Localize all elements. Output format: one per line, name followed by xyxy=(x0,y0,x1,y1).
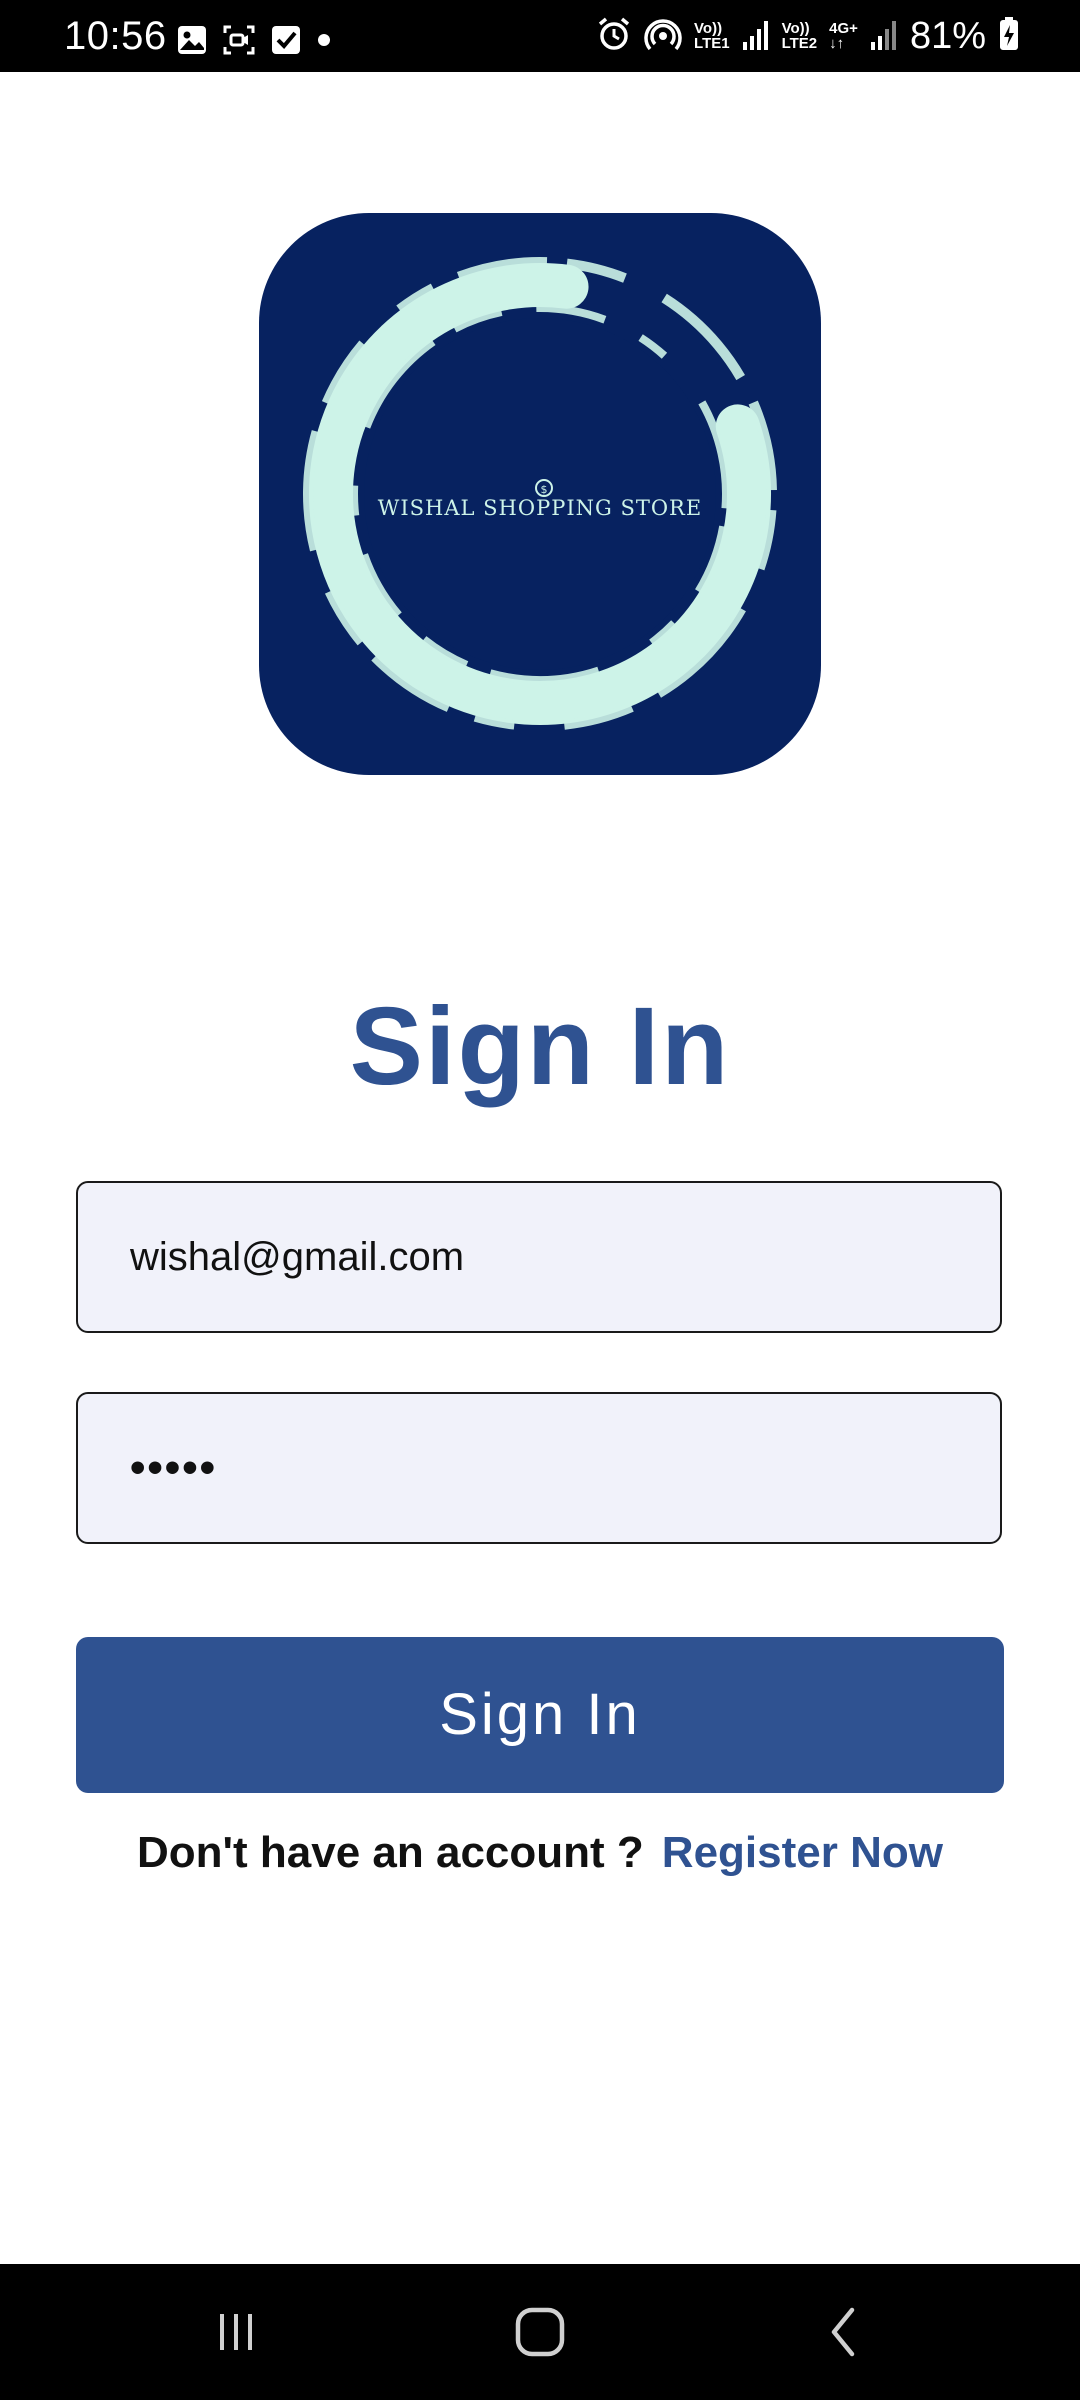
back-button[interactable] xyxy=(764,2264,924,2400)
register-row: Don't have an account ? Register Now xyxy=(0,1822,1080,1884)
gallery-icon xyxy=(176,24,208,61)
network-4g-label: 4G+ ↓↑ xyxy=(829,20,858,52)
password-field[interactable] xyxy=(76,1392,1002,1544)
home-icon xyxy=(515,2307,565,2357)
brush-ring-graphic: $ xyxy=(303,257,777,731)
alarm-icon xyxy=(596,16,632,57)
home-button[interactable] xyxy=(460,2264,620,2400)
signal-icon xyxy=(870,18,898,55)
email-field[interactable] xyxy=(76,1181,1002,1333)
app-logo: $ WISHAL SHOPPING STORE xyxy=(259,213,821,775)
status-time: 10:56 xyxy=(64,14,167,58)
battery-charging-icon xyxy=(998,16,1020,57)
hotspot-icon xyxy=(644,16,682,57)
back-icon xyxy=(831,2307,855,2357)
register-now-link[interactable]: Register Now xyxy=(662,1828,943,1877)
page-title: Sign In xyxy=(349,985,731,1108)
recent-apps-icon xyxy=(220,2314,252,2350)
email-input[interactable] xyxy=(130,1183,950,1331)
password-input[interactable] xyxy=(130,1394,950,1542)
screen-record-icon xyxy=(222,24,256,61)
task-check-icon xyxy=(270,24,302,61)
recent-apps-button[interactable] xyxy=(156,2264,316,2400)
notification-icons xyxy=(176,24,332,60)
navigation-bar xyxy=(0,2264,1080,2400)
logo-text: WISHAL SHOPPING STORE xyxy=(377,496,703,520)
coin-icon: $ xyxy=(541,483,548,496)
network-lte1-label: Vo)) LTE1 xyxy=(694,20,730,52)
register-prompt: Don't have an account ? xyxy=(137,1828,644,1877)
network-lte2-label: Vo)) LTE2 xyxy=(781,20,818,52)
signal-icon xyxy=(742,18,770,55)
battery-percent: 81% xyxy=(909,15,986,57)
dot-icon xyxy=(316,24,332,61)
system-icons: Vo)) LTE1 Vo)) LTE2 4G+ ↓↑ 81% xyxy=(596,14,1020,58)
sign-in-button[interactable]: Sign In xyxy=(76,1637,1004,1793)
status-bar: 10:56 Vo)) LTE1 Vo)) LTE2 4G+ ↓↑ 81% xyxy=(0,0,1080,72)
